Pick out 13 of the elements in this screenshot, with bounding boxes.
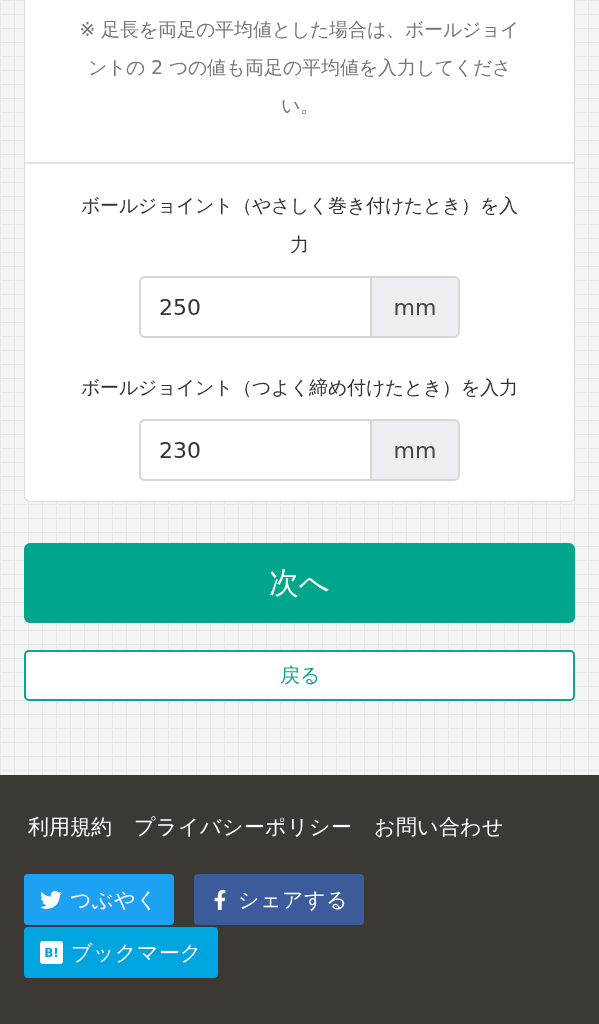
- bookmark-icon: B!: [40, 941, 63, 964]
- unit-label: mm: [370, 276, 460, 338]
- input-field[interactable]: 230: [139, 419, 370, 481]
- footer-link[interactable]: 利用規約: [28, 813, 112, 841]
- share-button[interactable]: シェアする: [194, 874, 364, 925]
- field-label: ボールジョイント（つよく締め付けたとき）を入力: [81, 375, 518, 400]
- footer-link[interactable]: お問い合わせ: [374, 813, 504, 841]
- note-text: ※ 足長を両足の平均値とした場合は、ボールジョイントの 2 つの値も両足の平均値を入力してください。: [78, 17, 521, 118]
- input-field[interactable]: 250: [139, 276, 370, 338]
- unit-label: mm: [370, 419, 460, 481]
- bird-icon: [40, 888, 62, 911]
- footer-link[interactable]: プライバシーポリシー: [134, 813, 352, 841]
- field-label: ボールジョイント（やさしく巻き付けたとき）を入力: [80, 193, 519, 257]
